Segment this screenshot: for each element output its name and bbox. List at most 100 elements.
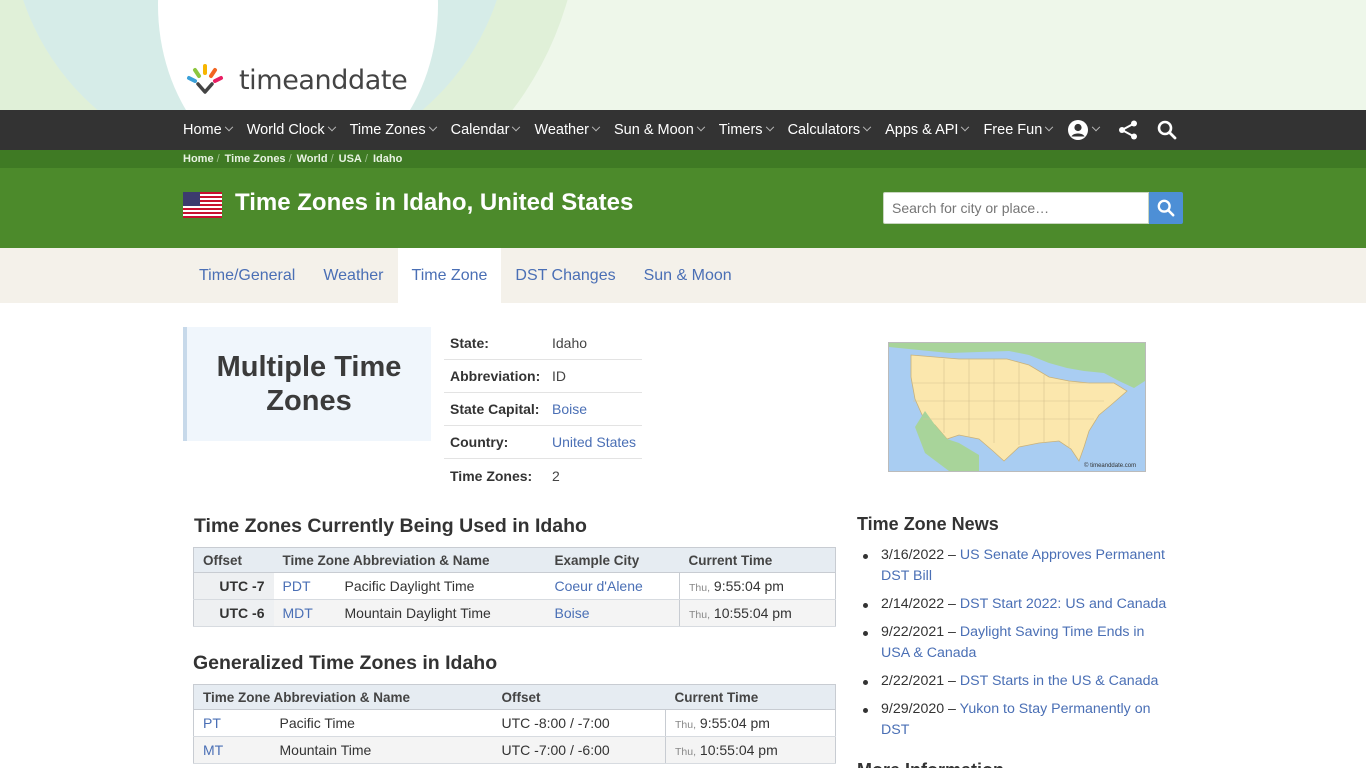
tab-sun-moon[interactable]: Sun & Moon: [630, 248, 746, 303]
time-zone-summary: Multiple Time Zones: [183, 327, 431, 441]
chevron-down-icon: [224, 122, 233, 132]
capital-link[interactable]: Boise: [552, 401, 587, 417]
nav-label: World Clock: [246, 122, 325, 138]
table-row: PT Pacific Time UTC -8:00 / -7:00 Thu, 9…: [193, 709, 836, 737]
list-item: 2/14/2022 – DST Start 2022: US and Canad…: [863, 594, 1173, 615]
current-zones-heading: Time Zones Currently Being Used in Idaho: [194, 515, 587, 537]
zone-abbr-link[interactable]: MDT: [283, 605, 313, 621]
time-value: 9:55:04 pm: [713, 578, 784, 594]
fact-value: Idaho: [552, 335, 588, 351]
fact-row: State: Idaho: [444, 327, 642, 360]
list-item: 3/16/2022 – US Senate Approves Permanent…: [863, 545, 1173, 587]
breadcrumb-world[interactable]: World: [297, 153, 328, 165]
main-nav: Home World Clock Time Zones Calendar Wea…: [0, 110, 1366, 150]
chevron-down-icon: [327, 122, 336, 132]
page-title: Time Zones in Idaho, United States: [235, 189, 634, 216]
breadcrumb-home[interactable]: Home: [183, 153, 214, 165]
column-header: Offset: [193, 547, 274, 573]
time-value: 10:55:04 pm: [713, 605, 792, 621]
news-link[interactable]: DST Starts in the US & Canada: [960, 673, 1158, 689]
list-item: 9/29/2020 – Yukon to Stay Permanently on…: [863, 699, 1173, 741]
logo-sunburst-icon: [187, 64, 223, 94]
breadcrumb-usa[interactable]: USA: [339, 153, 362, 165]
nav-label: Timers: [718, 122, 763, 138]
breadcrumb-idaho[interactable]: Idaho: [373, 153, 402, 165]
tab-time-general[interactable]: Time/General: [185, 248, 309, 303]
chevron-down-icon: [961, 122, 970, 132]
country-link[interactable]: United States: [552, 434, 636, 450]
nav-sun-moon[interactable]: Sun & Moon: [613, 122, 706, 138]
table-row: MT Mountain Time UTC -7:00 / -6:00 Thu, …: [193, 736, 836, 764]
breadcrumb-separator: /: [364, 153, 368, 165]
tab-time-zone[interactable]: Time Zone: [397, 248, 502, 303]
zone-name: Mountain Time: [270, 736, 493, 764]
time-value: 9:55:04 pm: [699, 715, 770, 731]
column-header: Time Zone Abbreviation & Name: [193, 684, 493, 710]
more-info-heading: More Information: [857, 760, 1004, 768]
nav-label: Weather: [534, 122, 589, 138]
news-date: 3/16/2022 –: [881, 547, 956, 563]
nav-free-fun[interactable]: Free Fun: [983, 122, 1054, 138]
fact-key: State Capital:: [450, 401, 540, 417]
day-label: Thu,: [675, 746, 697, 758]
nav-world-clock[interactable]: World Clock: [246, 122, 336, 138]
zone-abbr-link[interactable]: PT: [203, 715, 221, 731]
map-credit: © timeanddate.com: [1084, 462, 1136, 469]
nav-timers[interactable]: Timers: [718, 122, 774, 138]
day-label: Thu,: [675, 719, 697, 731]
nav-label: Sun & Moon: [613, 122, 694, 138]
usa-map-image: © timeanddate.com: [889, 343, 1145, 471]
fact-row: Abbreviation: ID: [444, 360, 642, 393]
zone-abbr-link[interactable]: MT: [203, 742, 223, 758]
state-map[interactable]: © timeanddate.com: [888, 342, 1146, 472]
table-header-row: Offset Time Zone Abbreviation & Name Exa…: [193, 547, 836, 573]
nav-home[interactable]: Home: [183, 122, 233, 138]
breadcrumb-time-zones[interactable]: Time Zones: [225, 153, 286, 165]
news-list: 3/16/2022 – US Senate Approves Permanent…: [863, 545, 1173, 748]
city-link[interactable]: Boise: [555, 605, 590, 621]
column-header: Current Time: [679, 547, 836, 573]
account-menu[interactable]: [1067, 119, 1101, 141]
nav-weather[interactable]: Weather: [534, 122, 601, 138]
search-toggle[interactable]: [1157, 120, 1177, 140]
search-input[interactable]: [883, 192, 1149, 224]
search-button[interactable]: [1149, 192, 1183, 224]
general-zones-heading: Generalized Time Zones in Idaho: [193, 652, 498, 674]
column-header: Time Zone Abbreviation & Name: [273, 547, 546, 573]
column-header: Offset: [492, 684, 666, 710]
table-row: UTC -7 PDT Pacific Daylight Time Coeur d…: [193, 572, 836, 600]
nav-label: Apps & API: [885, 122, 959, 138]
news-date: 2/14/2022 –: [881, 596, 956, 612]
column-header: Example City: [545, 547, 680, 573]
chevron-down-icon: [765, 122, 774, 132]
page-header: Time Zones in Idaho, United States: [0, 168, 1366, 248]
fact-row: Time Zones: 2: [444, 459, 642, 492]
nav-time-zones[interactable]: Time Zones: [349, 122, 437, 138]
news-link[interactable]: DST Start 2022: US and Canada: [960, 596, 1166, 612]
news-date: 9/29/2020 –: [881, 701, 956, 717]
tab-bar: Time/General Weather Time Zone DST Chang…: [0, 248, 1366, 303]
city-link[interactable]: Coeur d'Alene: [555, 578, 643, 594]
zone-abbr-link[interactable]: PDT: [283, 578, 311, 594]
nav-calculators[interactable]: Calculators: [788, 122, 872, 138]
nav-calendar[interactable]: Calendar: [451, 122, 521, 138]
current-zones-table: Offset Time Zone Abbreviation & Name Exa…: [193, 547, 836, 627]
zone-name: Pacific Daylight Time: [335, 572, 546, 600]
current-time-cell: Thu, 9:55:04 pm: [665, 709, 836, 737]
breadcrumb: Home / Time Zones / World / USA / Idaho: [183, 153, 402, 165]
chevron-down-icon: [1045, 122, 1054, 132]
tab-weather[interactable]: Weather: [309, 248, 397, 303]
chevron-down-icon: [591, 122, 601, 132]
nav-label: Time Zones: [349, 122, 426, 138]
nav-apps-api[interactable]: Apps & API: [885, 122, 970, 138]
chevron-down-icon: [1092, 122, 1101, 132]
us-flag-icon: [183, 192, 222, 218]
site-logo[interactable]: timeanddate: [183, 62, 408, 98]
fact-value: ID: [552, 368, 566, 384]
tab-dst-changes[interactable]: DST Changes: [501, 248, 629, 303]
share-button[interactable]: [1117, 119, 1139, 141]
chevron-down-icon: [696, 122, 706, 132]
fact-key: State:: [450, 335, 489, 351]
logo-wordmark: timeanddate: [239, 64, 408, 96]
state-facts-table: State: Idaho Abbreviation: ID State Capi…: [444, 327, 642, 492]
